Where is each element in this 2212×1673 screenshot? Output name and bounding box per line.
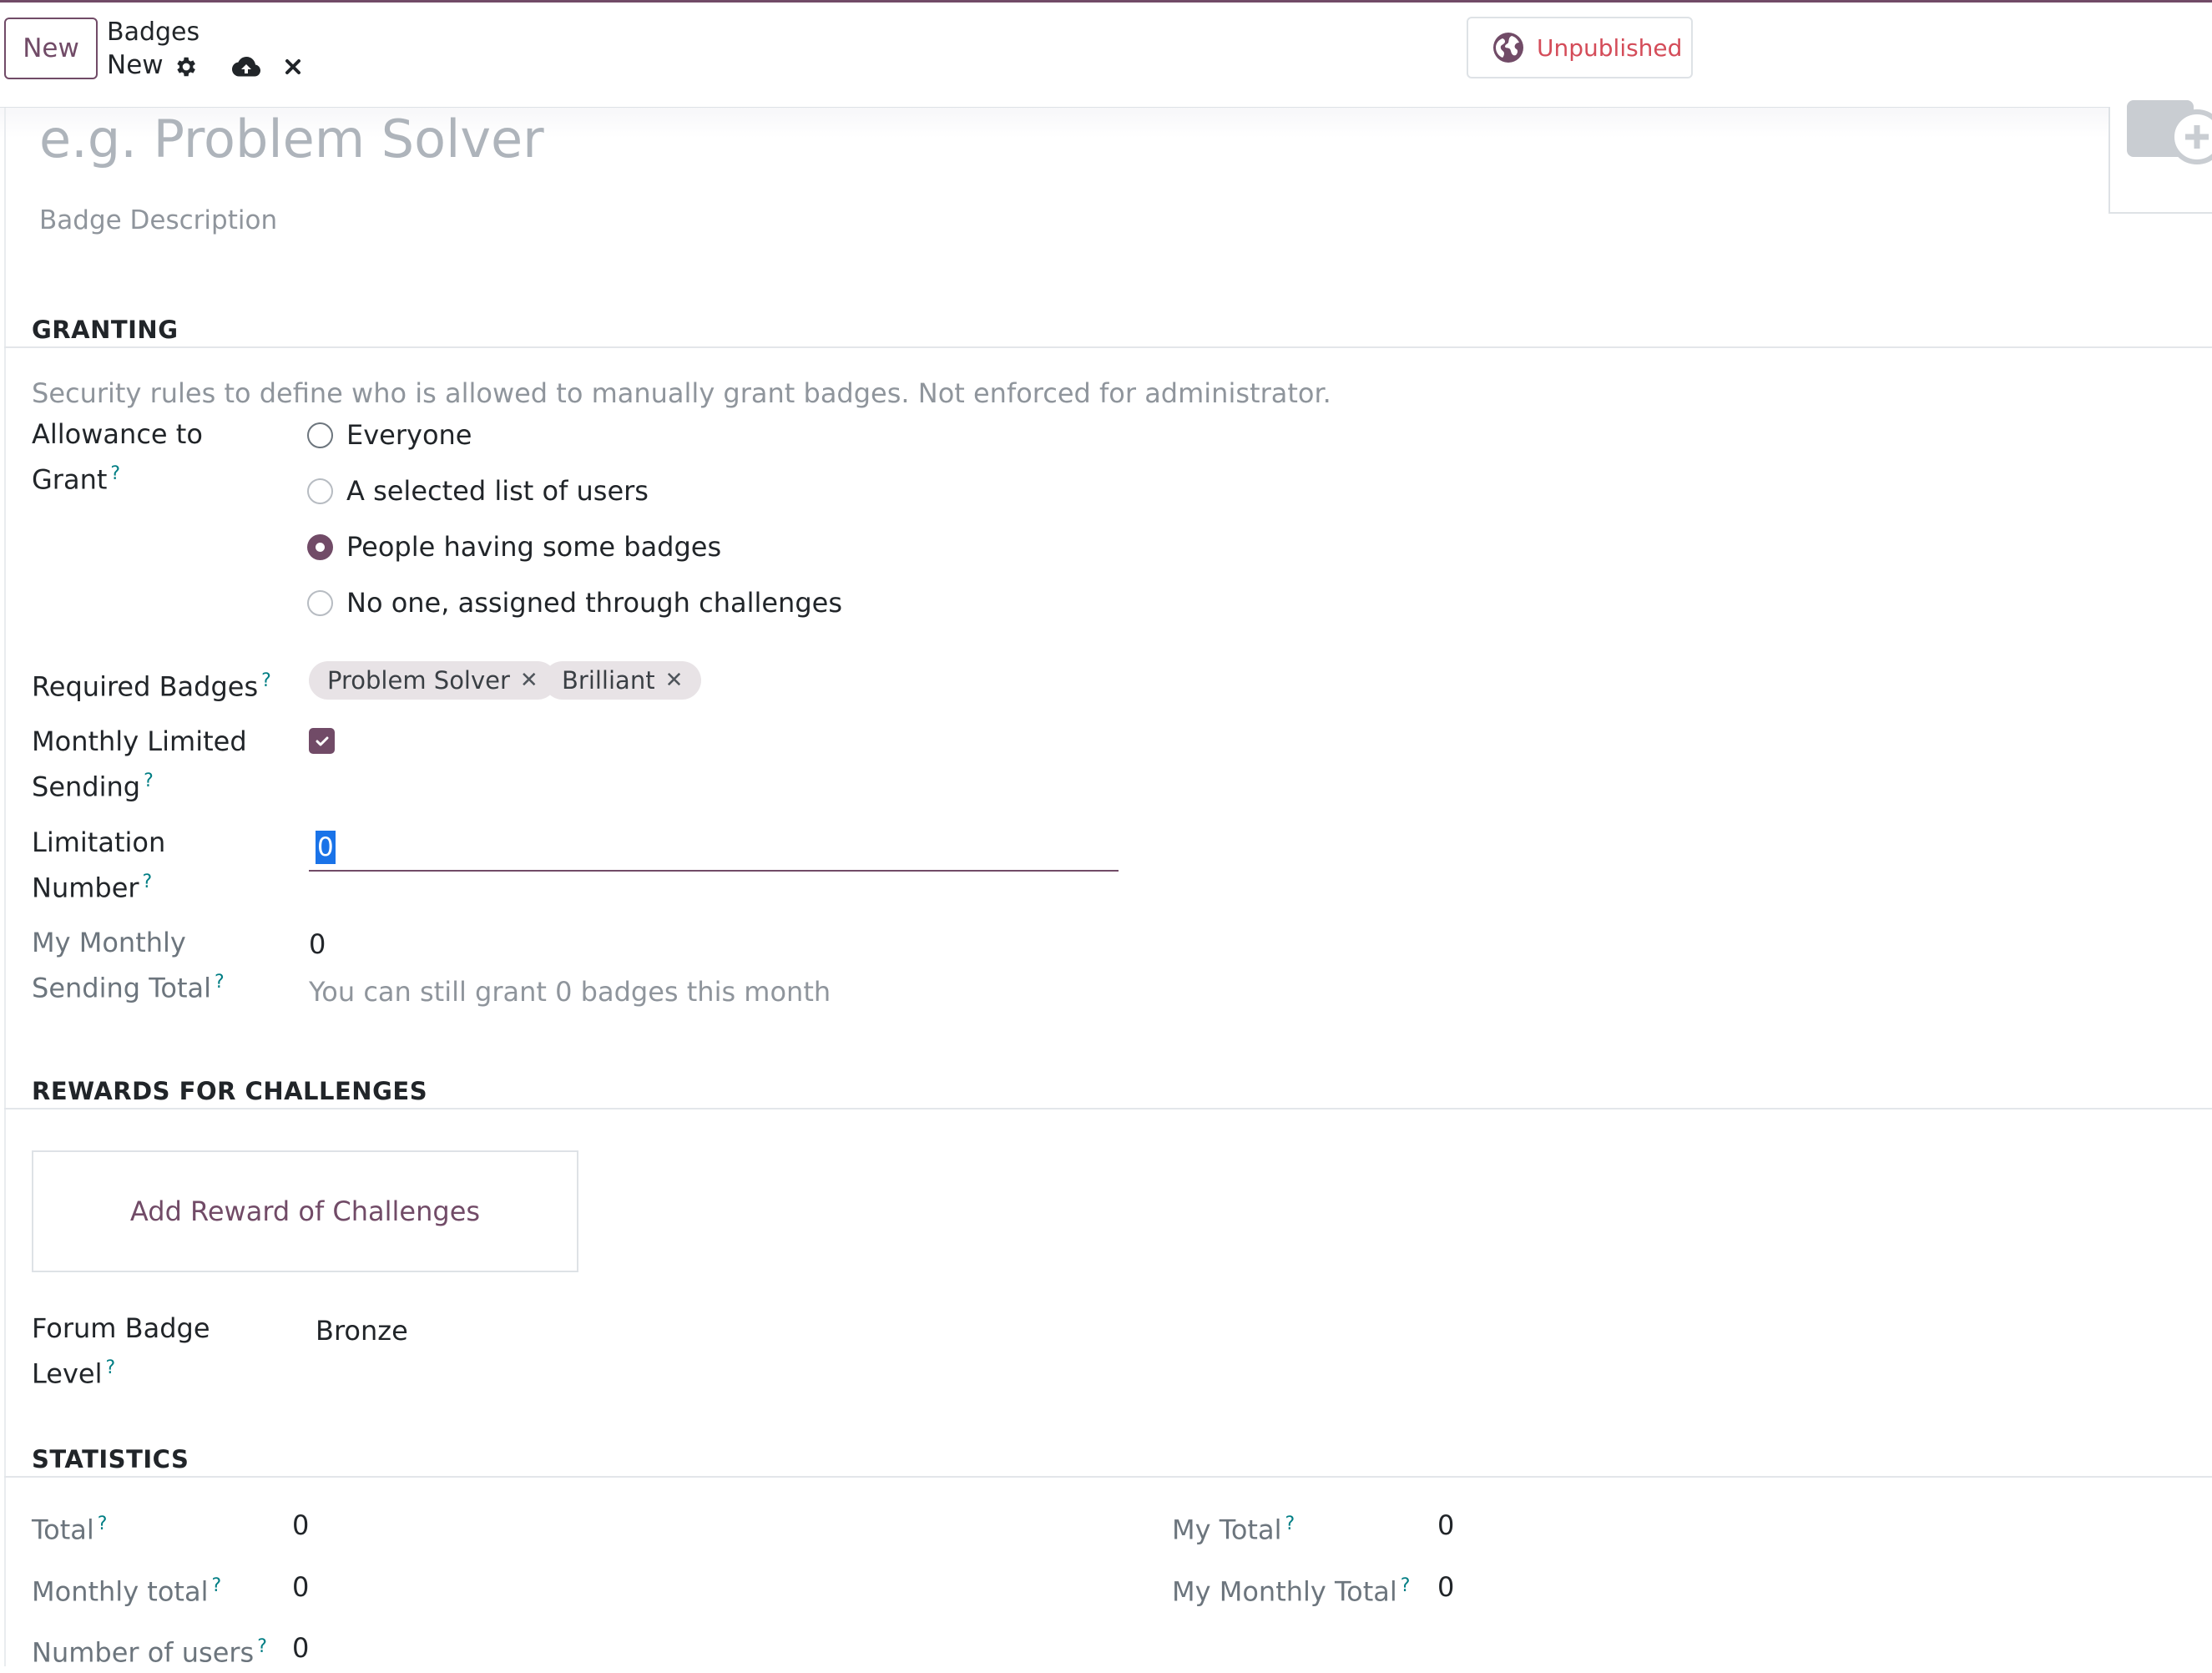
help-tooltip-icon[interactable]: ? bbox=[1285, 1514, 1295, 1534]
radio-button[interactable] bbox=[307, 422, 333, 448]
control-panel: New Badges New Unpublished bbox=[0, 3, 2212, 108]
section-divider bbox=[4, 346, 2212, 348]
radio-option-no-one[interactable]: No one, assigned through challenges bbox=[307, 587, 842, 619]
forum-badge-level-label: Forum Badge Level? bbox=[32, 1312, 210, 1390]
section-granting-title: GRANTING bbox=[32, 316, 179, 344]
stat-my-total-value: 0 bbox=[1437, 1509, 1455, 1541]
stat-number-of-users-value: 0 bbox=[292, 1632, 310, 1664]
allowance-label: Allowance to Grant? bbox=[32, 418, 203, 496]
stat-monthly-total-label: Monthly total? bbox=[32, 1575, 222, 1608]
badge-image-field[interactable] bbox=[2108, 100, 2212, 214]
section-rewards-title: REWARDS FOR CHALLENGES bbox=[32, 1077, 428, 1105]
discard-close-icon[interactable] bbox=[280, 53, 306, 81]
selected-input-text: 0 bbox=[316, 831, 336, 864]
required-badges-label: Required Badges? bbox=[32, 670, 271, 703]
help-tooltip-icon[interactable]: ? bbox=[144, 771, 154, 791]
radio-option-people-having-badges[interactable]: People having some badges bbox=[307, 531, 721, 563]
section-statistics-title: STATISTICS bbox=[32, 1445, 189, 1473]
help-tooltip-icon[interactable]: ? bbox=[105, 1357, 115, 1378]
limitation-number-input[interactable]: 0 bbox=[309, 826, 1119, 872]
forum-badge-level-select[interactable]: Bronze bbox=[316, 1315, 408, 1347]
new-button[interactable]: New bbox=[4, 18, 98, 79]
badge-description-input[interactable]: Badge Description bbox=[39, 205, 277, 235]
remove-tag-icon[interactable]: ✕ bbox=[665, 668, 684, 693]
globe-icon bbox=[1492, 31, 1525, 64]
stat-total-label: Total? bbox=[32, 1514, 108, 1546]
limitation-number-label: Limitation Number? bbox=[32, 826, 166, 904]
gear-icon[interactable] bbox=[171, 53, 199, 81]
help-tooltip-icon[interactable]: ? bbox=[215, 972, 225, 993]
radio-option-everyone[interactable]: Everyone bbox=[307, 419, 472, 451]
section-divider bbox=[4, 1108, 2212, 1109]
monthly-limited-label: Monthly Limited Sending? bbox=[32, 725, 247, 803]
cloud-upload-icon[interactable] bbox=[230, 53, 262, 81]
publish-toggle-button[interactable]: Unpublished bbox=[1467, 17, 1693, 78]
section-divider bbox=[4, 1476, 2212, 1478]
remove-tag-icon[interactable]: ✕ bbox=[520, 668, 538, 693]
sheet-left-border bbox=[4, 108, 6, 1666]
radio-button[interactable] bbox=[307, 589, 333, 616]
stat-monthly-total-value: 0 bbox=[292, 1571, 310, 1603]
checkmark-icon bbox=[316, 736, 328, 746]
help-tooltip-icon[interactable]: ? bbox=[1401, 1575, 1411, 1596]
publish-status-label: Unpublished bbox=[1537, 33, 1683, 62]
radio-button-checked[interactable] bbox=[307, 533, 333, 560]
help-tooltip-icon[interactable]: ? bbox=[143, 872, 153, 892]
help-tooltip-icon[interactable]: ? bbox=[98, 1514, 108, 1534]
stat-my-monthly-total-value: 0 bbox=[1437, 1571, 1455, 1603]
my-monthly-sending-label: My Monthly Sending Total? bbox=[32, 927, 225, 1004]
remaining-grants-hint: You can still grant 0 badges this month bbox=[309, 976, 831, 1008]
radio-option-selected-users[interactable]: A selected list of users bbox=[307, 475, 649, 507]
help-tooltip-icon[interactable]: ? bbox=[257, 1636, 267, 1657]
breadcrumb-parent-link[interactable]: Badges bbox=[107, 18, 199, 47]
badge-name-input[interactable]: e.g. Problem Solver bbox=[39, 109, 544, 169]
stat-number-of-users-label: Number of users? bbox=[32, 1636, 267, 1669]
granting-help-text: Security rules to define who is allowed … bbox=[32, 377, 1331, 409]
badge-tag-problem-solver[interactable]: Problem Solver ✕ bbox=[309, 661, 557, 700]
help-tooltip-icon[interactable]: ? bbox=[110, 463, 120, 484]
my-monthly-sending-value: 0 bbox=[309, 928, 326, 960]
breadcrumb-current: New bbox=[107, 50, 164, 80]
badge-tag-brilliant[interactable]: Brilliant ✕ bbox=[543, 661, 702, 700]
stat-my-monthly-total-label: My Monthly Total? bbox=[1172, 1575, 1411, 1608]
help-tooltip-icon[interactable]: ? bbox=[261, 670, 271, 691]
monthly-limited-checkbox[interactable] bbox=[309, 728, 335, 754]
stat-total-value: 0 bbox=[292, 1509, 310, 1541]
add-reward-of-challenges-button[interactable]: Add Reward of Challenges bbox=[32, 1150, 578, 1272]
radio-button[interactable] bbox=[307, 478, 333, 504]
stat-my-total-label: My Total? bbox=[1172, 1514, 1295, 1546]
help-tooltip-icon[interactable]: ? bbox=[211, 1575, 221, 1596]
